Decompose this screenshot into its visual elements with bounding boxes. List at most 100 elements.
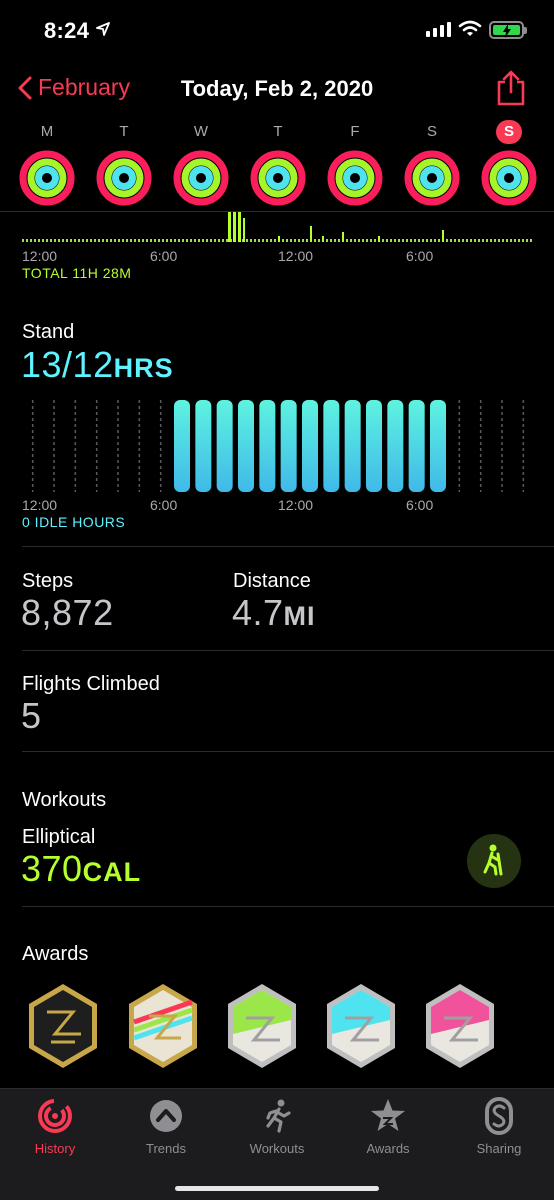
stand-hour-bar: [280, 400, 297, 492]
award-badge-pink[interactable]: [422, 982, 498, 1070]
share-icon[interactable]: [495, 70, 527, 106]
workouts-icon: [266, 1099, 291, 1133]
axis-label: 12:00: [278, 497, 314, 513]
exercise-dot: [50, 239, 52, 242]
day-monday[interactable]: M: [17, 120, 77, 211]
exercise-dot: [266, 239, 268, 242]
exercise-dot: [314, 239, 316, 242]
exercise-dot: [390, 239, 392, 242]
workouts-label: Workouts: [22, 789, 107, 811]
exercise-dot: [490, 239, 492, 242]
exercise-dot: [206, 239, 208, 242]
exercise-bar: [342, 232, 344, 242]
tab-awards[interactable]: Awards: [333, 1097, 443, 1156]
exercise-dot: [54, 239, 56, 242]
stand-hour-bar: [174, 400, 190, 492]
exercise-dot: [366, 239, 368, 242]
stand-hour-bar: [259, 400, 276, 492]
exercise-dot: [82, 239, 84, 242]
distance-number: 4.7: [232, 592, 284, 633]
exercise-dot: [202, 239, 204, 242]
exercise-dot: [86, 239, 88, 242]
day-letter: T: [273, 123, 283, 140]
day-tuesday[interactable]: T: [94, 120, 154, 211]
tab-sharing[interactable]: Sharing: [444, 1097, 554, 1156]
exercise-dot: [134, 239, 136, 242]
exercise-dot: [410, 239, 412, 242]
exercise-dot: [22, 239, 24, 242]
exercise-dot: [406, 239, 408, 242]
award-badge-green[interactable]: [224, 982, 300, 1070]
exercise-dot: [118, 239, 120, 242]
exercise-dot: [330, 239, 332, 242]
exercise-dot: [426, 239, 428, 242]
exercise-total: TOTAL 11H 28M: [22, 265, 132, 281]
distance-value: 4.7MI: [232, 592, 316, 634]
exercise-bar: [233, 212, 236, 242]
exercise-bar: [228, 212, 231, 242]
award-badge-black[interactable]: [25, 982, 101, 1070]
stand-hour-bar: [408, 400, 425, 492]
history-icon: [38, 1099, 72, 1133]
exercise-dot: [210, 239, 212, 242]
tab-workouts[interactable]: Workouts: [222, 1097, 332, 1156]
exercise-dot: [174, 239, 176, 242]
stand-value-number: 13/12: [21, 344, 114, 385]
day-letter: M: [40, 123, 54, 140]
exercise-dot: [470, 239, 472, 242]
distance-unit: MI: [283, 601, 316, 631]
exercise-dot: [190, 239, 192, 242]
exercise-dot: [306, 239, 308, 242]
location-arrow-icon: [96, 22, 110, 36]
exercise-dot: [182, 239, 184, 242]
exercise-dot: [394, 239, 396, 242]
exercise-dot: [438, 239, 440, 242]
exercise-dot: [326, 239, 328, 242]
stand-hour-bar: [195, 400, 212, 492]
exercise-dot: [350, 239, 352, 242]
exercise-dot: [94, 239, 96, 242]
exercise-bar: [238, 212, 241, 242]
award-badge-striped[interactable]: [125, 982, 201, 1070]
exercise-dot: [338, 239, 340, 242]
award-badge-blue[interactable]: [323, 982, 399, 1070]
tab-history[interactable]: History: [0, 1097, 110, 1156]
awards-label: Awards: [22, 943, 89, 965]
exercise-dot: [258, 239, 260, 242]
exercise-dot: [138, 239, 140, 242]
exercise-dot: [154, 239, 156, 242]
tab-trends[interactable]: Trends: [111, 1097, 221, 1156]
axis-label: 12:00: [278, 248, 314, 264]
flights-value: 5: [21, 695, 42, 736]
elliptical-workout-icon[interactable]: [467, 834, 521, 888]
exercise-dot: [38, 239, 40, 242]
stand-hours-chart: [31, 400, 525, 492]
exercise-dot: [386, 239, 388, 242]
exercise-bar: [322, 236, 324, 242]
day-friday[interactable]: F: [325, 120, 385, 211]
exercise-dot: [494, 239, 496, 242]
exercise-dot: [450, 239, 452, 242]
day-sunday[interactable]: S: [479, 120, 539, 211]
tab-label: Awards: [366, 1141, 410, 1156]
exercise-bar: [310, 226, 312, 242]
exercise-dot: [374, 239, 376, 242]
exercise-dot: [370, 239, 372, 242]
day-saturday[interactable]: S: [402, 120, 462, 211]
day-thursday[interactable]: T: [248, 120, 308, 211]
exercise-dot: [506, 239, 508, 242]
navigation-bar: February Today, Feb 2, 2020: [0, 64, 554, 114]
axis-label: 6:00: [406, 497, 434, 513]
workout-calories[interactable]: 370CAL: [21, 848, 141, 890]
activity-rings-icon: [327, 150, 383, 206]
exercise-dot: [114, 239, 116, 242]
exercise-dot: [142, 239, 144, 242]
exercise-dot: [522, 239, 524, 242]
exercise-dot: [74, 239, 76, 242]
day-wednesday[interactable]: W: [171, 120, 231, 211]
divider: [22, 650, 554, 651]
exercise-dot: [294, 239, 296, 242]
workout-type[interactable]: Elliptical: [22, 826, 95, 849]
exercise-dot: [214, 239, 216, 242]
exercise-dot: [514, 239, 516, 242]
